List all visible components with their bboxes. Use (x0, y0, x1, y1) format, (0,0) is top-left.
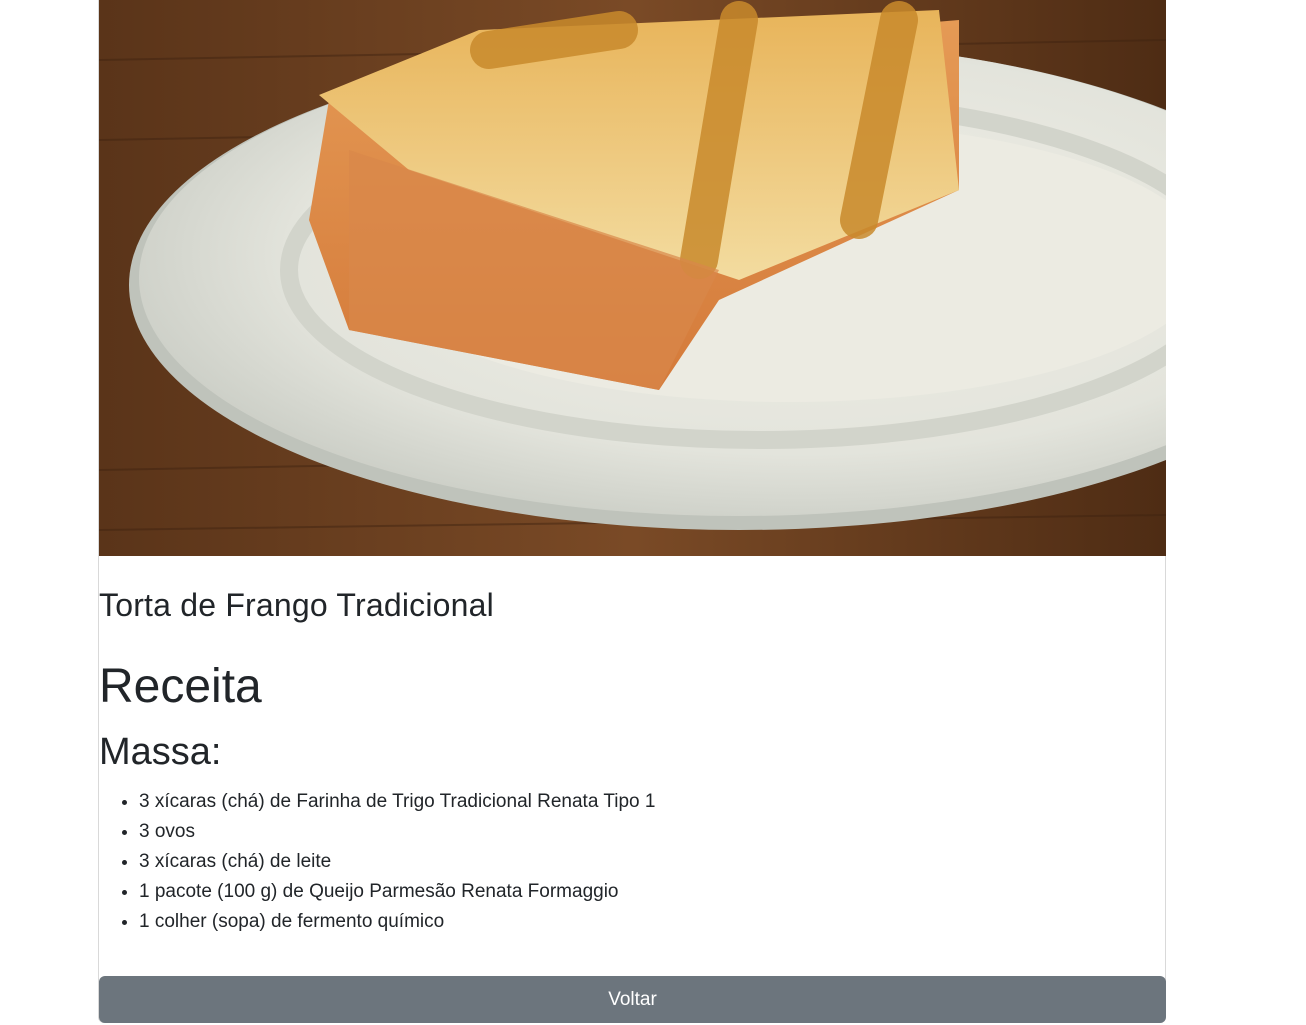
recipe-card: Torta de Frango Tradicional Receita Mass… (98, 0, 1166, 1023)
ingredient-item: 1 pacote (100 g) de Queijo Parmesão Rena… (139, 877, 655, 907)
ingredient-item: 3 xícaras (chá) de Farinha de Trigo Trad… (139, 787, 655, 817)
recipe-image (99, 0, 1166, 556)
ingredient-item: 3 xícaras (chá) de leite (139, 847, 655, 877)
recipe-title: Torta de Frango Tradicional (99, 587, 494, 623)
back-button[interactable]: Voltar (99, 976, 1166, 1023)
recipe-section-heading: Receita (99, 660, 262, 713)
dough-subsection-heading: Massa: (99, 731, 222, 773)
ingredient-item: 1 colher (sopa) de fermento químico (139, 907, 655, 937)
ingredient-list: 3 xícaras (chá) de Farinha de Trigo Trad… (99, 787, 655, 937)
ingredient-item: 3 ovos (139, 817, 655, 847)
